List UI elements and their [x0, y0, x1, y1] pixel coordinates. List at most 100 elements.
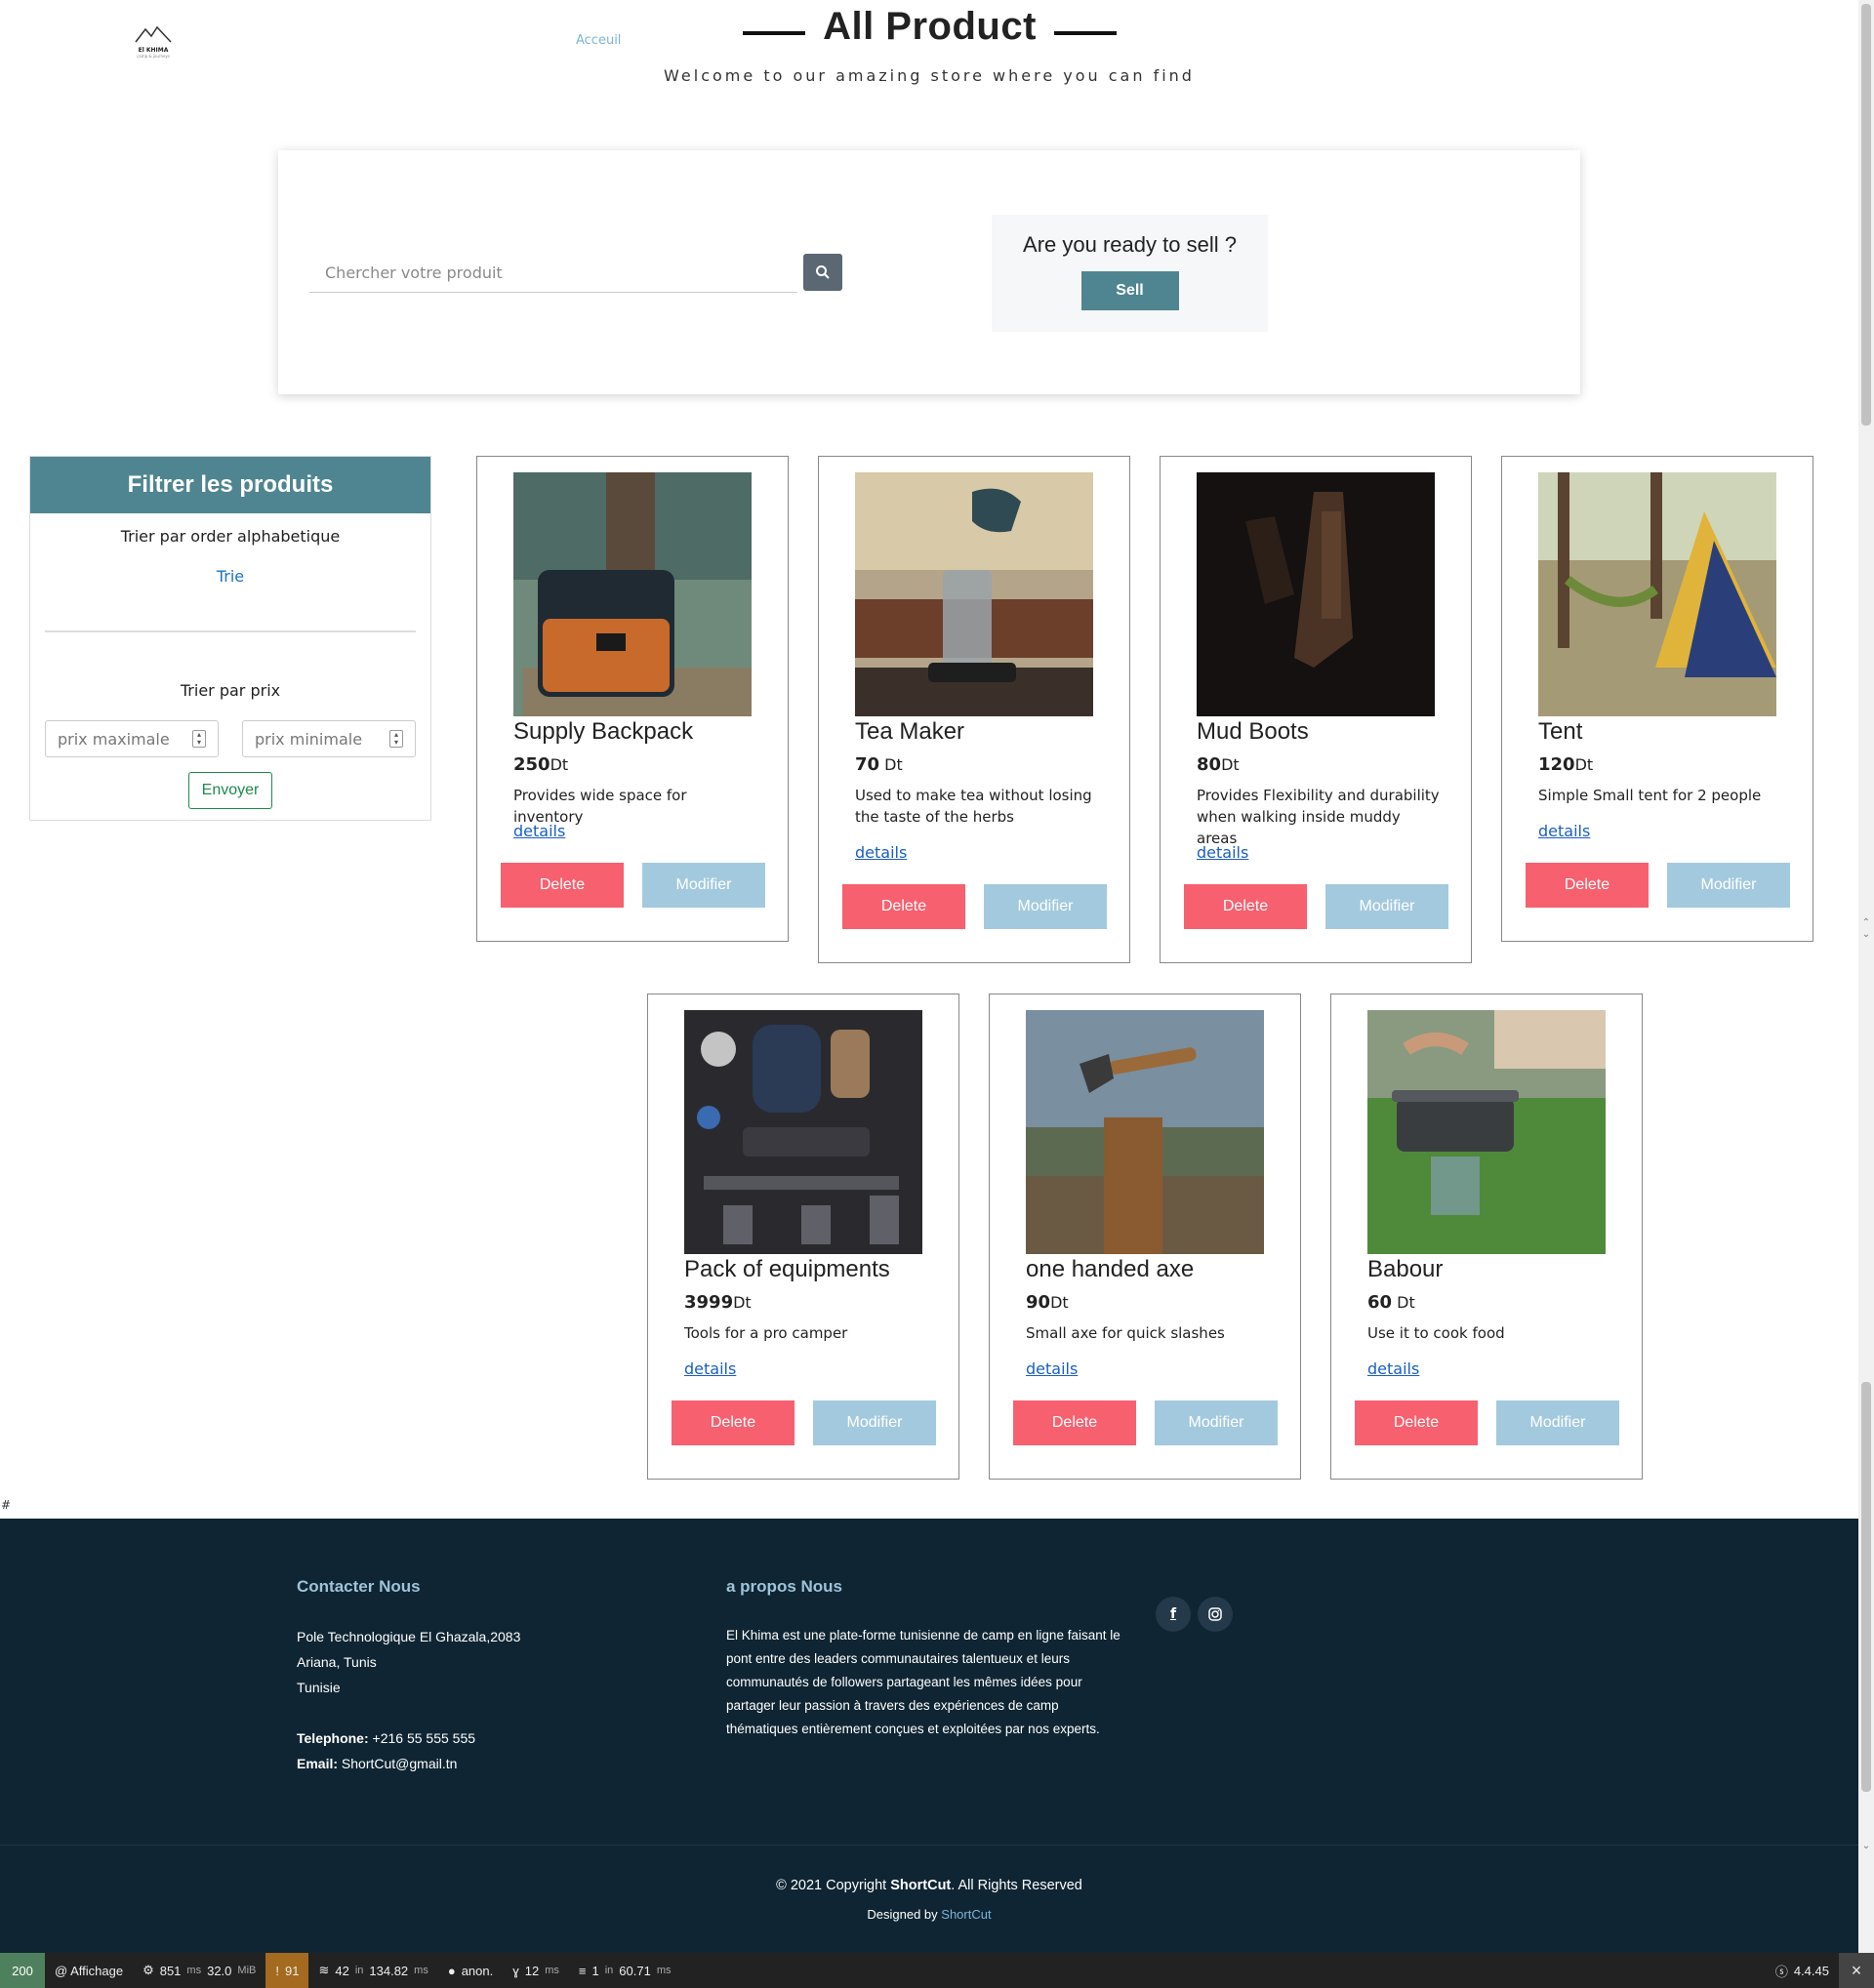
- modify-button[interactable]: Modifier: [1325, 884, 1448, 929]
- mountain-logo-icon: [135, 25, 172, 43]
- delete-button[interactable]: Delete: [1013, 1400, 1136, 1445]
- page-subtitle: Welcome to our amazing store where you c…: [664, 66, 1195, 85]
- product-description: Tools for a pro camper: [684, 1324, 848, 1342]
- symfony-icon: ⓢ: [1774, 1964, 1788, 1979]
- page-title: All Product: [823, 4, 1037, 48]
- modify-button[interactable]: Modifier: [1155, 1400, 1278, 1445]
- email-line[interactable]: Email: ShortCut@gmail.tn: [297, 1751, 520, 1776]
- product-card: Supply Backpack 250Dt Provides wide spac…: [476, 456, 789, 942]
- scrollbar-thumb[interactable]: [1861, 1382, 1871, 1792]
- min-price-input[interactable]: prix minimale ▴ ▾: [242, 720, 416, 757]
- max-price-input[interactable]: prix maximale ▴ ▾: [45, 720, 219, 757]
- search-button[interactable]: [803, 254, 842, 291]
- product-price: 70 Dt: [855, 754, 903, 775]
- product-description: Used to make tea without losing the tast…: [855, 787, 1092, 826]
- route-item[interactable]: @ Affichage: [45, 1953, 133, 1988]
- chevron-down-icon[interactable]: ⌄: [1861, 929, 1871, 940]
- details-link[interactable]: details: [1538, 822, 1590, 840]
- robot-icon: ⚙: [143, 1963, 154, 1977]
- modify-button[interactable]: Modifier: [984, 884, 1107, 929]
- designed-by: Designed by ShortCut: [867, 1907, 992, 1922]
- designer-link[interactable]: ShortCut: [941, 1907, 991, 1922]
- search-icon: [816, 265, 830, 279]
- footer-about-title: a propos Nous: [726, 1577, 843, 1596]
- database-item[interactable]: ≋ 42 in 134.82 ms: [308, 1953, 437, 1988]
- product-description: Use it to cook food: [1367, 1324, 1505, 1342]
- product-image[interactable]: [1197, 472, 1435, 716]
- modify-button[interactable]: Modifier: [1667, 863, 1790, 908]
- chevron-down-icon[interactable]: ⌄: [1861, 1841, 1871, 1851]
- product-image[interactable]: [1538, 472, 1776, 716]
- product-price: 250Dt: [513, 754, 569, 775]
- filter-title: Filtrer les produits: [30, 457, 430, 513]
- product-name: Supply Backpack: [513, 718, 694, 745]
- modify-button[interactable]: Modifier: [813, 1400, 936, 1445]
- nav-home-link[interactable]: Acceuil: [576, 33, 621, 48]
- symfony-version-item[interactable]: ⓢ 4.4.45: [1766, 1953, 1839, 1988]
- search-panel: Are you ready to sell ? Sell: [278, 150, 1580, 394]
- footer-about-text: El Khima est une plate-forme tunisienne …: [726, 1628, 1120, 1736]
- scrollbar-thumb[interactable]: [1861, 4, 1871, 426]
- sell-button[interactable]: Sell: [1080, 271, 1179, 310]
- details-link[interactable]: details: [855, 843, 907, 862]
- warnings-item[interactable]: ! 91: [265, 1953, 309, 1988]
- delete-button[interactable]: Delete: [1184, 884, 1307, 929]
- details-link[interactable]: details: [1367, 1359, 1419, 1378]
- details-link[interactable]: details: [1197, 843, 1248, 862]
- sort-alpha-link[interactable]: Trie: [30, 567, 430, 586]
- delete-button[interactable]: Delete: [672, 1400, 794, 1445]
- sort-price-label: Trier par prix: [180, 681, 281, 700]
- page-title-bar: All Product: [742, 4, 1118, 49]
- min-price-placeholder: prix minimale: [255, 729, 363, 749]
- product-name: one handed axe: [1026, 1256, 1195, 1282]
- warning-icon: !: [275, 1963, 279, 1978]
- site-logo[interactable]: El KHIMA camp & journeys: [133, 25, 174, 59]
- filter-submit-button[interactable]: Envoyer: [188, 772, 272, 809]
- debug-toolbar: 200 @ Affichage ⚙ 851 ms 32.0 MiB ! 91 ≋ 4…: [0, 1953, 1874, 1988]
- address-line: Tunisie: [297, 1680, 341, 1695]
- delete-button[interactable]: Delete: [1526, 863, 1649, 908]
- search-input[interactable]: [309, 254, 797, 293]
- footer-divider: [0, 1845, 1858, 1846]
- cache-item[interactable]: ≡ 1 in 60.71 ms: [569, 1953, 681, 1988]
- product-card: one handed axe 90Dt Small axe for quick …: [989, 994, 1301, 1480]
- facebook-icon[interactable]: f: [1156, 1597, 1191, 1632]
- filter-panel: Filtrer les produits Trier par order alp…: [29, 456, 431, 821]
- spinner-icon[interactable]: ▴ ▾: [192, 730, 206, 748]
- page-scrollbar[interactable]: ⌃ ⌄ ⌄: [1858, 0, 1874, 1953]
- product-image[interactable]: [513, 472, 752, 716]
- sort-alpha-label: Trier par order alphabetique: [120, 527, 341, 546]
- product-image[interactable]: [684, 1010, 922, 1254]
- product-image[interactable]: [855, 472, 1093, 716]
- performance-item[interactable]: ⚙ 851 ms 32.0 MiB: [133, 1953, 265, 1988]
- instagram-icon[interactable]: [1198, 1597, 1233, 1632]
- delete-button[interactable]: Delete: [1355, 1400, 1478, 1445]
- product-description: Simple Small tent for 2 people: [1538, 787, 1762, 804]
- details-link[interactable]: details: [684, 1359, 736, 1378]
- twig-icon: ɣ: [512, 1963, 519, 1978]
- chevron-up-icon[interactable]: ⌃: [1861, 917, 1871, 928]
- product-name: Mud Boots: [1197, 718, 1309, 745]
- user-item[interactable]: ● anon.: [438, 1953, 503, 1988]
- modify-button[interactable]: Modifier: [642, 863, 765, 908]
- spinner-icon[interactable]: ▴ ▾: [389, 730, 403, 748]
- delete-button[interactable]: Delete: [842, 884, 965, 929]
- footer-contact-title: Contacter Nous: [297, 1577, 421, 1596]
- status-code-badge[interactable]: 200: [0, 1953, 45, 1988]
- details-link[interactable]: details: [513, 822, 565, 840]
- close-icon[interactable]: ×: [1839, 1953, 1874, 1988]
- product-price: 80Dt: [1197, 754, 1240, 775]
- product-card: Tent 120Dt Simple Small tent for 2 peopl…: [1501, 456, 1813, 942]
- title-dash-right: [1053, 31, 1117, 35]
- twig-item[interactable]: ɣ 12 ms: [503, 1953, 569, 1988]
- product-name: Babour: [1367, 1256, 1444, 1282]
- delete-button[interactable]: Delete: [501, 863, 624, 908]
- details-link[interactable]: details: [1026, 1359, 1078, 1378]
- site-footer: Contacter Nous Pole Technologique El Gha…: [0, 1519, 1858, 1953]
- cache-icon: ≡: [578, 1963, 587, 1978]
- product-price: 120Dt: [1538, 754, 1594, 775]
- modify-button[interactable]: Modifier: [1496, 1400, 1619, 1445]
- product-image[interactable]: [1367, 1010, 1606, 1254]
- product-image[interactable]: [1026, 1010, 1264, 1254]
- filter-divider: [45, 630, 416, 632]
